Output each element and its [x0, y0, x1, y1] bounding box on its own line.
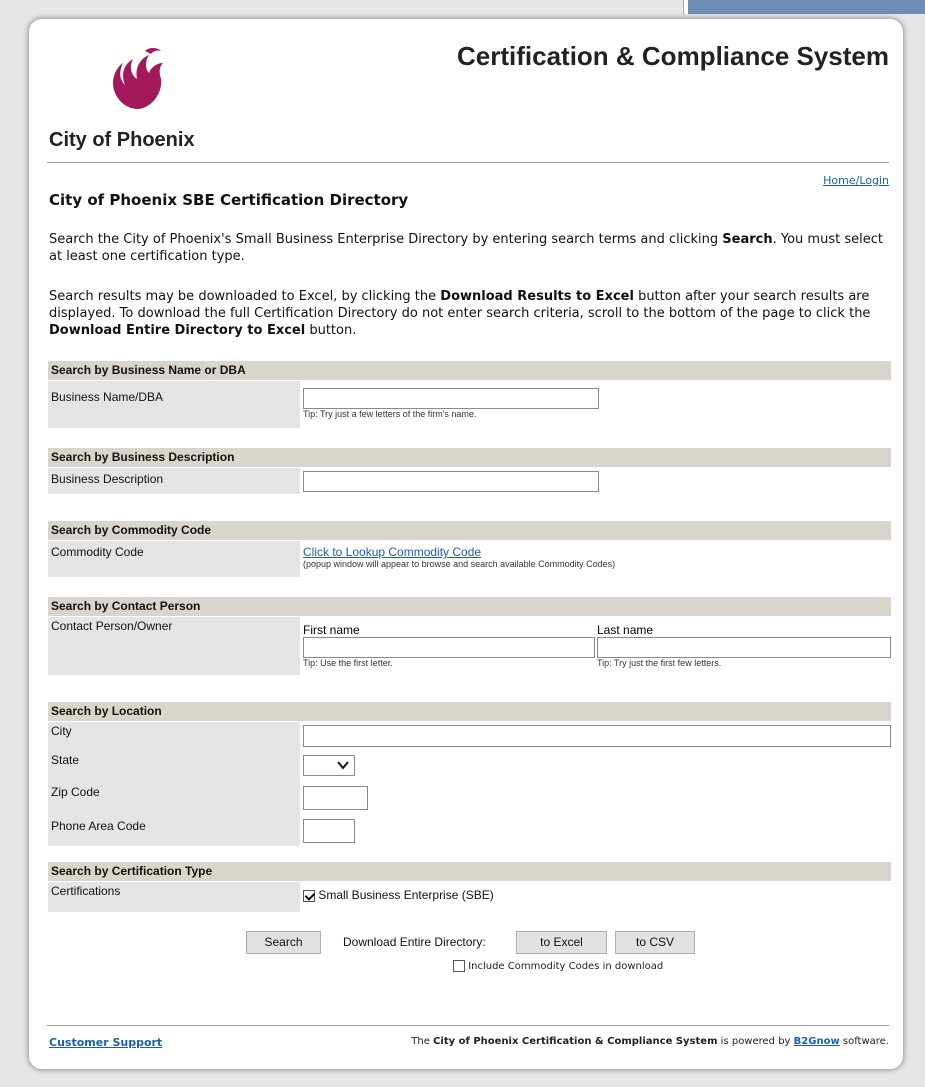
first-name-label: First name	[303, 623, 360, 637]
system-name-bold: City of Phoenix Certification & Complian…	[433, 1036, 718, 1047]
city-input[interactable]	[303, 725, 891, 747]
state-label: State	[51, 753, 80, 767]
business-name-tip: Tip: Try just a few letters of the firm'…	[303, 409, 477, 419]
logo-text: City of Phoenix	[49, 129, 195, 151]
powered-text: is powered by	[717, 1036, 794, 1047]
last-name-input[interactable]	[597, 637, 891, 658]
section-certification-type: Search by Certification Type Certificati…	[48, 862, 891, 912]
intro-bold-download-entire: Download Entire Directory to Excel	[49, 323, 306, 338]
contact-person-label: Contact Person/Owner	[48, 617, 300, 675]
intro-text: Search results may be downloaded to Exce…	[49, 289, 441, 304]
header-divider	[47, 162, 889, 163]
sbe-checkbox[interactable]	[303, 889, 315, 902]
city-logo: City of Phoenix	[47, 45, 207, 165]
certifications-label: Certifications	[48, 882, 300, 912]
window-corner-tab	[683, 0, 925, 14]
zip-code-label: Zip Code	[51, 785, 100, 799]
state-dropdown[interactable]	[303, 755, 355, 776]
intro-text: Search the City of Phoenix's Small Busin…	[49, 232, 723, 247]
section-header: Search by Business Name or DBA	[48, 361, 891, 380]
intro-paragraph-2: Search results may be downloaded to Exce…	[49, 288, 894, 339]
location-label-column: City State Zip Code Phone Area Code	[48, 722, 300, 846]
to-csv-button[interactable]: to CSV	[615, 931, 695, 954]
section-business-description: Search by Business Description Business …	[48, 448, 891, 494]
section-header: Search by Certification Type	[48, 862, 891, 881]
last-name-tip: Tip: Try just the first few letters.	[597, 658, 722, 668]
intro-bold-download-results: Download Results to Excel	[440, 289, 634, 304]
section-header: Search by Location	[48, 702, 891, 721]
city-label: City	[51, 724, 72, 738]
include-commodity-codes-checkbox[interactable]	[453, 960, 465, 972]
last-name-label: Last name	[597, 623, 654, 637]
section-header: Search by Commodity Code	[48, 521, 891, 540]
include-commodity-codes-option[interactable]: Include Commodity Codes in download	[453, 960, 663, 972]
footer-divider	[47, 1025, 889, 1026]
search-button[interactable]: Search	[246, 931, 321, 954]
include-commodity-codes-label[interactable]: Include Commodity Codes in download	[468, 961, 663, 972]
section-location: Search by Location City State Zip Code P…	[48, 702, 891, 846]
powered-text: software.	[839, 1036, 889, 1047]
phone-area-code-input[interactable]	[303, 819, 355, 843]
business-description-label: Business Description	[48, 468, 300, 494]
powered-text: The	[411, 1036, 434, 1047]
first-name-tip: Tip: Use the first letter.	[303, 658, 393, 668]
section-header: Search by Business Description	[48, 448, 891, 467]
download-directory-label: Download Entire Directory:	[343, 935, 486, 949]
intro-paragraph-1: Search the City of Phoenix's Small Busin…	[49, 231, 894, 265]
customer-support-link[interactable]: Customer Support	[49, 1036, 162, 1049]
business-name-label: Business Name/DBA	[48, 381, 300, 428]
phone-area-code-label: Phone Area Code	[51, 819, 146, 833]
home-login-link[interactable]: Home/Login	[823, 174, 889, 187]
commodity-note: (popup window will appear to browse and …	[303, 559, 616, 569]
zip-code-input[interactable]	[303, 786, 368, 810]
section-commodity-code: Search by Commodity Code Commodity Code …	[48, 521, 891, 577]
intro-bold-search: Search	[722, 232, 773, 247]
business-description-input[interactable]	[303, 471, 599, 492]
commodity-code-label: Commodity Code	[48, 541, 300, 577]
to-excel-button[interactable]: to Excel	[516, 931, 607, 954]
b2gnow-link[interactable]: B2Gnow	[794, 1036, 840, 1047]
page-container: City of Phoenix Certification & Complian…	[28, 18, 904, 1070]
intro-text: button.	[305, 323, 357, 338]
state-select[interactable]	[303, 755, 355, 776]
sbe-checkbox-label[interactable]: Small Business Enterprise (SBE)	[318, 888, 493, 902]
commodity-lookup-link[interactable]: Click to Lookup Commodity Code	[303, 545, 615, 559]
page-title: City of Phoenix SBE Certification Direct…	[49, 191, 409, 209]
business-name-input[interactable]	[303, 388, 599, 409]
section-business-name: Search by Business Name or DBA Business …	[48, 361, 891, 428]
phoenix-bird-icon	[113, 48, 163, 109]
section-contact-person: Search by Contact Person Contact Person/…	[48, 597, 891, 675]
section-header: Search by Contact Person	[48, 597, 891, 616]
system-title: Certification & Compliance System	[457, 41, 889, 71]
first-name-input[interactable]	[303, 637, 595, 658]
powered-by-text: The City of Phoenix Certification & Comp…	[411, 1036, 889, 1047]
